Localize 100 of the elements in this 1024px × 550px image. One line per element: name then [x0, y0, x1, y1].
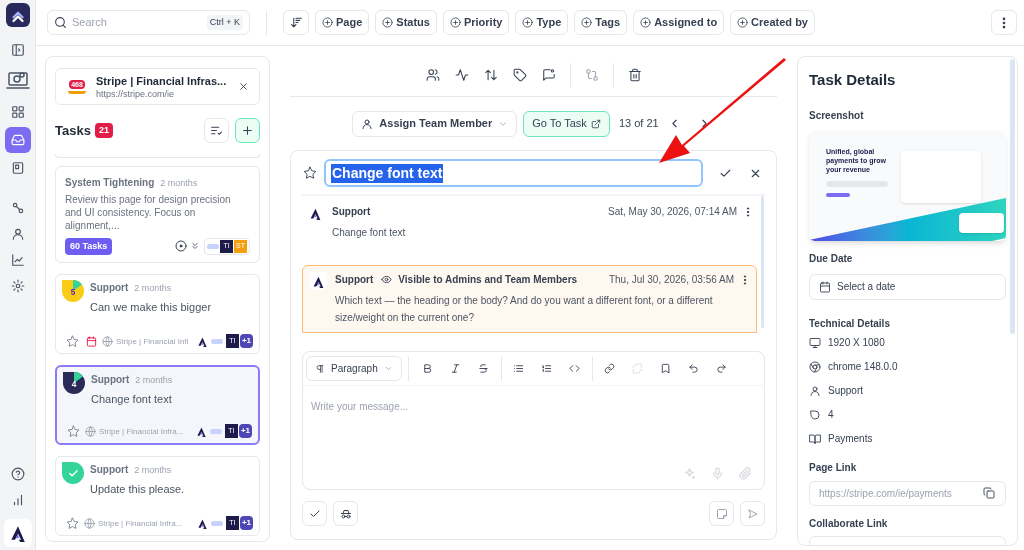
incognito-button[interactable] [333, 501, 358, 526]
comment-text: Change font text [332, 226, 407, 240]
section-label: Page Link [809, 460, 858, 475]
group-description: Review this page for design precision and UI consistency. Focus on alignment,... [65, 192, 232, 232]
title-text: Change font text [331, 163, 444, 183]
task-age: 2 months [135, 374, 173, 387]
plus-circle-icon [581, 17, 593, 28]
more-avatars-count: +1 [238, 424, 252, 438]
favicon-drawing [68, 90, 86, 94]
copy-button[interactable] [982, 486, 996, 500]
group-age: 2 months [160, 177, 198, 190]
go-to-task-button[interactable]: Go To Task [523, 110, 610, 137]
redo-icon [716, 363, 728, 374]
favorite-button[interactable] [302, 165, 318, 181]
shortcut-hint: Ctrl + K [206, 14, 243, 31]
close-icon [238, 81, 249, 92]
brand-logo [308, 206, 322, 220]
filter-button[interactable]: Status [375, 10, 437, 35]
tech-detail: Payments [828, 432, 873, 446]
task-author: Support [90, 281, 129, 295]
tasks-heading: Tasks [55, 121, 91, 140]
sidebar-toggle-icon [10, 43, 25, 57]
filter-button[interactable]: Created by [730, 10, 815, 35]
brand-logo [311, 274, 325, 288]
logo-placeholder [210, 520, 223, 526]
more-avatars-count: +1 [239, 516, 253, 530]
comment-author: Support [335, 273, 374, 287]
task-site: Stripe | Financial Infra... [98, 517, 183, 529]
comment-date: Thu, Jul 30, 2026, 03:56 AM [608, 273, 734, 287]
filter-button[interactable]: Tags [574, 10, 628, 35]
search-field[interactable]: Search Ctrl + K [47, 10, 250, 35]
title-field[interactable]: Change font text [324, 159, 703, 187]
shield-icon [809, 408, 821, 421]
workflow-icon [10, 201, 25, 215]
undo-icon [688, 363, 700, 374]
task-title: Can we make this bigger [90, 299, 212, 315]
due-date-picker[interactable]: Select a date [809, 273, 1006, 300]
brand-logo [196, 335, 208, 347]
italic-icon [450, 363, 462, 374]
note-button[interactable] [709, 501, 734, 526]
task-title: Update this please. [90, 481, 185, 497]
filter-button[interactable]: Assigned to [633, 10, 725, 35]
calendar-icon [819, 280, 831, 293]
target-icon [175, 240, 187, 253]
sort-button[interactable] [283, 10, 309, 35]
comment-author: Support [332, 205, 371, 219]
brand-logo [195, 425, 207, 437]
sidebar-inbox-button[interactable] [4, 127, 31, 153]
workspace-logo[interactable] [3, 519, 32, 547]
assign-member-dropdown[interactable]: Assign Team Member [352, 110, 518, 137]
delete-button[interactable] [626, 66, 643, 83]
check-icon [67, 467, 79, 479]
tag-icon [512, 67, 527, 82]
strikethrough-icon [478, 363, 490, 374]
activity-button[interactable] [453, 66, 470, 83]
incognito-icon [339, 507, 352, 520]
task-total-badge: 60 Tasks [65, 237, 113, 255]
filter-button[interactable]: Page [315, 10, 370, 35]
message-icon [541, 67, 556, 82]
page-link-text: https://stripe.com/ie/payments [819, 486, 953, 501]
checklist-button[interactable] [204, 118, 229, 143]
plus-circle-icon [449, 17, 461, 28]
send-icon [746, 507, 759, 520]
task-age: 2 months [134, 282, 172, 295]
logo-placeholder [210, 338, 223, 344]
plus-circle-icon [382, 17, 394, 28]
code-icon [569, 363, 581, 374]
star-icon [303, 166, 317, 180]
arrow-up-down-icon [483, 67, 498, 82]
filter-button[interactable]: Type [515, 10, 569, 35]
compare-icon [584, 67, 599, 82]
more-avatars-count: +1 [239, 334, 253, 348]
search-input[interactable]: Search [72, 14, 202, 31]
app-logo [5, 3, 30, 27]
grid-icon [10, 105, 25, 119]
message-editor[interactable]: Paragraph Write your message... [302, 351, 765, 490]
help-icon [10, 467, 25, 481]
filter-button[interactable]: Priority [442, 10, 510, 35]
tech-detail: 4 [828, 408, 834, 422]
bookmark-icon [660, 363, 672, 374]
section-label: Due Date [809, 251, 854, 266]
chevrons-down-icon [190, 241, 200, 252]
compare-button[interactable] [583, 66, 600, 83]
globe-icon [84, 517, 95, 529]
tech-detail: Support [828, 384, 864, 398]
status-pie: 5 [62, 280, 84, 302]
settings-icon [10, 279, 25, 293]
list-check-icon [210, 124, 223, 137]
logo-placeholder [209, 428, 222, 434]
details-title: Task Details [809, 70, 897, 90]
sort-icon [289, 16, 303, 29]
block-type-dropdown[interactable]: Paragraph [306, 356, 402, 381]
comment-button[interactable] [540, 66, 557, 83]
tag-button[interactable] [511, 66, 528, 83]
trash-icon [627, 67, 642, 82]
add-task-button[interactable] [235, 118, 260, 143]
team-button[interactable] [424, 66, 441, 83]
paperclip-icon [738, 466, 752, 480]
cta-drawing [826, 192, 850, 197]
copy-icon [983, 487, 995, 499]
